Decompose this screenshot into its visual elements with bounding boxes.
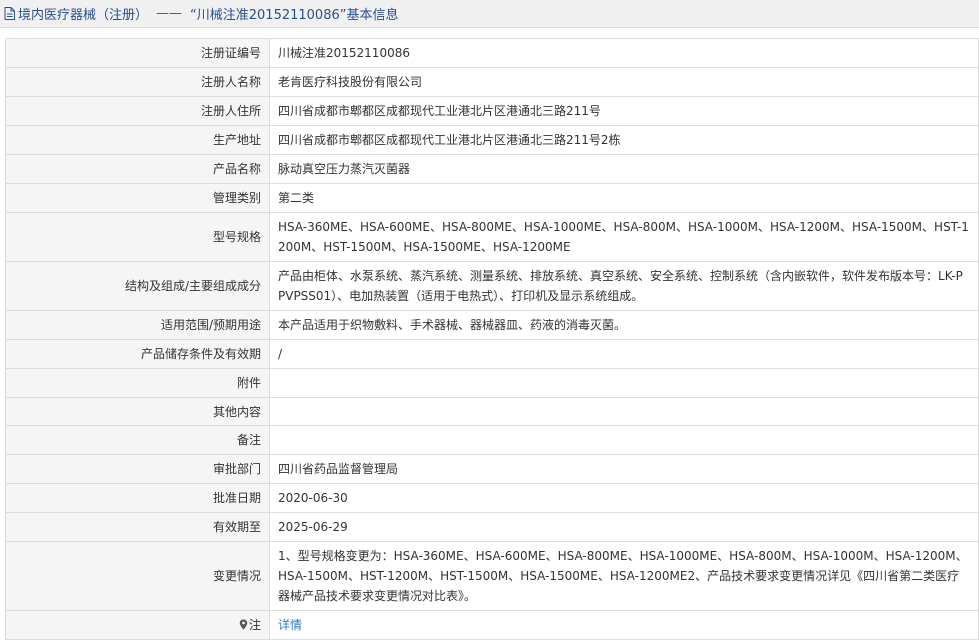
note-value: 详情 bbox=[269, 610, 979, 640]
row-value bbox=[269, 397, 979, 426]
row-value bbox=[269, 368, 979, 398]
pin-icon bbox=[239, 619, 248, 630]
row-label: 备注 bbox=[5, 425, 270, 455]
row-value: 第二类 bbox=[269, 183, 979, 213]
table-row: 型号规格 HSA-360ME、HSA-600ME、HSA-800ME、HSA-1… bbox=[5, 212, 979, 262]
table-row: 管理类别 第二类 bbox=[5, 183, 979, 213]
table-row: 审批部门 四川省药品监督管理局 bbox=[5, 454, 979, 484]
info-table-container: 注册证编号 川械注准20152110086 注册人名称 老肯医疗科技股份有限公司… bbox=[5, 38, 979, 640]
row-label: 注册人住所 bbox=[5, 96, 270, 126]
table-row: 批准日期 2020-06-30 bbox=[5, 483, 979, 513]
row-label: 变更情况 bbox=[5, 541, 270, 611]
row-value: 老肯医疗科技股份有限公司 bbox=[269, 67, 979, 97]
row-value: HSA-360ME、HSA-600ME、HSA-800ME、HSA-1000ME… bbox=[269, 212, 979, 262]
row-value: / bbox=[269, 339, 979, 369]
row-value: 产品由柜体、水泵系统、蒸汽系统、测量系统、排放系统、真空系统、安全系统、控制系统… bbox=[269, 261, 979, 311]
row-label: 型号规格 bbox=[5, 212, 270, 262]
document-icon bbox=[4, 7, 15, 20]
table-row: 有效期至 2025-06-29 bbox=[5, 512, 979, 542]
row-label: 批准日期 bbox=[5, 483, 270, 513]
row-value: 本产品适用于织物敷料、手术器械、器械器皿、药液的消毒灭菌。 bbox=[269, 310, 979, 340]
table-row: 注册证编号 川械注准20152110086 bbox=[5, 38, 979, 68]
table-row: 适用范围/预期用途 本产品适用于织物敷料、手术器械、器械器皿、药液的消毒灭菌。 bbox=[5, 310, 979, 340]
title-separator: —— bbox=[156, 6, 183, 21]
row-value: 1、型号规格变更为：HSA-360ME、HSA-600ME、HSA-800ME、… bbox=[269, 541, 979, 611]
info-table: 注册证编号 川械注准20152110086 注册人名称 老肯医疗科技股份有限公司… bbox=[5, 38, 979, 640]
page-title-bar: 境内医疗器械（注册） —— “川械注准20152110086”基本信息 bbox=[0, 0, 979, 28]
table-row: 备注 bbox=[5, 425, 979, 455]
row-value: 脉动真空压力蒸汽灭菌器 bbox=[269, 154, 979, 184]
row-label: 生产地址 bbox=[5, 125, 270, 155]
row-value: 川械注准20152110086 bbox=[269, 38, 979, 68]
table-row: 注册人名称 老肯医疗科技股份有限公司 bbox=[5, 67, 979, 97]
table-row: 附件 bbox=[5, 368, 979, 398]
note-label: 注 bbox=[5, 610, 270, 640]
row-value bbox=[269, 425, 979, 455]
row-value: 四川省药品监督管理局 bbox=[269, 454, 979, 484]
details-link[interactable]: 详情 bbox=[278, 618, 302, 632]
table-row: 注册人住所 四川省成都市郫都区成都现代工业港北片区港通北三路211号 bbox=[5, 96, 979, 126]
row-label: 适用范围/预期用途 bbox=[5, 310, 270, 340]
row-value: 2020-06-30 bbox=[269, 483, 979, 513]
row-label: 管理类别 bbox=[5, 183, 270, 213]
row-value: 四川省成都市郫都区成都现代工业港北片区港通北三路211号2栋 bbox=[269, 125, 979, 155]
row-label: 其他内容 bbox=[5, 397, 270, 426]
table-row: 生产地址 四川省成都市郫都区成都现代工业港北片区港通北三路211号2栋 bbox=[5, 125, 979, 155]
row-value: 四川省成都市郫都区成都现代工业港北片区港通北三路211号 bbox=[269, 96, 979, 126]
note-label-text: 注 bbox=[248, 618, 261, 632]
table-row: 产品储存条件及有效期 / bbox=[5, 339, 979, 369]
table-row: 结构及组成/主要组成成分 产品由柜体、水泵系统、蒸汽系统、测量系统、排放系统、真… bbox=[5, 261, 979, 311]
table-row: 产品名称 脉动真空压力蒸汽灭菌器 bbox=[5, 154, 979, 184]
table-row: 变更情况 1、型号规格变更为：HSA-360ME、HSA-600ME、HSA-8… bbox=[5, 541, 979, 611]
row-label: 有效期至 bbox=[5, 512, 270, 542]
note-row: 注 详情 bbox=[5, 610, 979, 640]
row-label: 产品名称 bbox=[5, 154, 270, 184]
page-title: “川械注准20152110086”基本信息 bbox=[190, 8, 399, 23]
row-label: 注册人名称 bbox=[5, 67, 270, 97]
row-label: 注册证编号 bbox=[5, 38, 270, 68]
table-row: 其他内容 bbox=[5, 397, 979, 426]
row-label: 结构及组成/主要组成成分 bbox=[5, 261, 270, 311]
row-label: 附件 bbox=[5, 368, 270, 398]
category-label: 境内医疗器械（注册） bbox=[18, 8, 149, 23]
row-label: 产品储存条件及有效期 bbox=[5, 339, 270, 369]
row-label: 审批部门 bbox=[5, 454, 270, 484]
row-value: 2025-06-29 bbox=[269, 512, 979, 542]
